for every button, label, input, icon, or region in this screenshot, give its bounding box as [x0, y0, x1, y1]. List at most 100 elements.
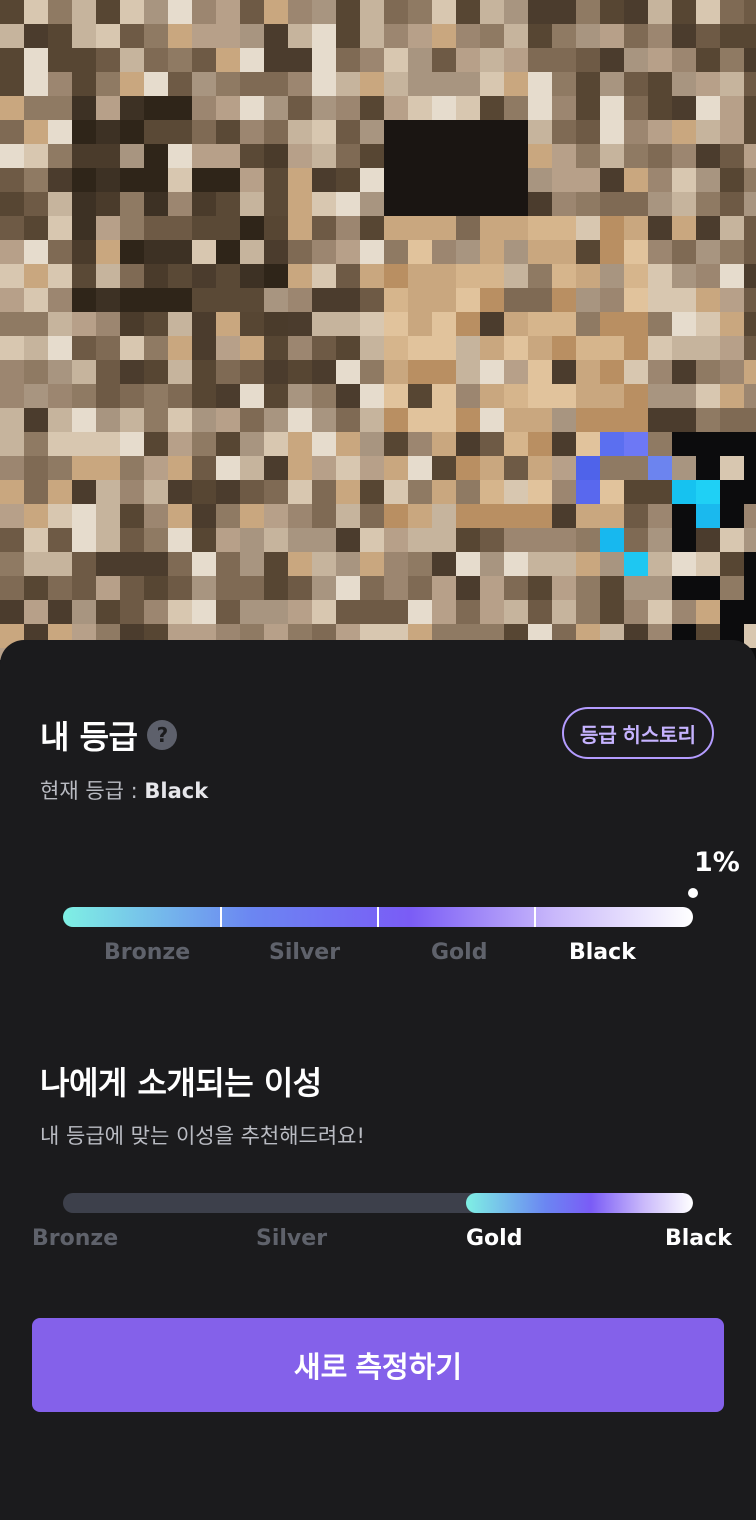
- photo-pixel: [744, 480, 756, 504]
- photo-pixel: [360, 336, 384, 360]
- photo-pixel: [504, 288, 528, 312]
- photo-pixel: [408, 552, 432, 576]
- photo-pixel: [384, 528, 408, 552]
- photo-pixel: [648, 120, 672, 144]
- photo-pixel: [384, 216, 408, 240]
- photo-pixel: [408, 336, 432, 360]
- photo-pixel: [312, 384, 336, 408]
- photo-pixel: [48, 288, 72, 312]
- photo-pixel: [432, 240, 456, 264]
- photo-pixel: [288, 360, 312, 384]
- photo-pixel: [528, 240, 552, 264]
- photo-pixel: [144, 48, 168, 72]
- photo-pixel: [384, 384, 408, 408]
- photo-pixel: [312, 24, 336, 48]
- photo-pixel: [720, 168, 744, 192]
- intro-range-bar: [63, 1193, 693, 1213]
- photo-pixel: [480, 504, 504, 528]
- photo-pixel: [552, 480, 576, 504]
- photo-pixel: [384, 144, 408, 168]
- photo-pixel: [0, 432, 24, 456]
- grade-screen: 내 등급 ? 등급 히스토리 현재 등급 : Black 1% Bronze S…: [0, 0, 756, 1520]
- photo-pixel: [120, 336, 144, 360]
- photo-pixel: [168, 120, 192, 144]
- photo-pixel: [552, 384, 576, 408]
- photo-pixel: [528, 360, 552, 384]
- photo-pixel: [144, 96, 168, 120]
- photo-pixel: [408, 384, 432, 408]
- photo-pixel: [72, 288, 96, 312]
- photo-pixel: [0, 120, 24, 144]
- photo-pixel: [456, 384, 480, 408]
- photo-pixel: [432, 288, 456, 312]
- photo-pixel: [576, 72, 600, 96]
- photo-pixel: [216, 360, 240, 384]
- photo-pixel: [168, 48, 192, 72]
- photo-pixel: [0, 312, 24, 336]
- photo-pixel: [480, 312, 504, 336]
- photo-pixel: [504, 96, 528, 120]
- photo-pixel: [120, 264, 144, 288]
- photo-pixel: [744, 120, 756, 144]
- photo-pixel: [456, 456, 480, 480]
- photo-pixel: [120, 552, 144, 576]
- photo-pixel: [240, 384, 264, 408]
- current-grade: 현재 등급 : Black: [40, 775, 208, 805]
- photo-pixel: [264, 504, 288, 528]
- photo-pixel: [552, 360, 576, 384]
- photo-pixel: [624, 72, 648, 96]
- photo-pixel: [264, 336, 288, 360]
- photo-pixel: [648, 168, 672, 192]
- photo-pixel: [360, 360, 384, 384]
- photo-pixel: [480, 552, 504, 576]
- photo-pixel: [720, 264, 744, 288]
- photo-pixel: [720, 312, 744, 336]
- photo-pixel: [720, 336, 744, 360]
- photo-pixel: [72, 384, 96, 408]
- help-icon[interactable]: ?: [147, 720, 178, 750]
- photo-pixel: [648, 504, 672, 528]
- photo-pixel: [72, 456, 96, 480]
- photo-pixel: [72, 120, 96, 144]
- photo-pixel: [24, 480, 48, 504]
- photo-pixel: [576, 96, 600, 120]
- photo-pixel: [624, 168, 648, 192]
- photo-pixel: [120, 72, 144, 96]
- photo-pixel: [0, 408, 24, 432]
- photo-pixel: [504, 120, 528, 144]
- photo-pixel: [552, 96, 576, 120]
- photo-pixel: [240, 264, 264, 288]
- photo-pixel: [168, 24, 192, 48]
- photo-pixel: [576, 240, 600, 264]
- photo-pixel: [600, 264, 624, 288]
- grade-history-button[interactable]: 등급 히스토리: [562, 707, 714, 759]
- photo-pixel: [672, 432, 696, 456]
- photo-pixel: [120, 216, 144, 240]
- photo-pixel: [336, 48, 360, 72]
- photo-pixel: [240, 120, 264, 144]
- photo-pixel: [192, 0, 216, 24]
- photo-pixel: [648, 408, 672, 432]
- photo-pixel: [24, 168, 48, 192]
- photo-pixel: [600, 480, 624, 504]
- photo-pixel: [0, 528, 24, 552]
- photo-pixel: [264, 528, 288, 552]
- photo-pixel: [192, 456, 216, 480]
- photo-pixel: [360, 528, 384, 552]
- remeasure-button[interactable]: 새로 측정하기: [32, 1318, 724, 1412]
- photo-pixel: [432, 120, 456, 144]
- intro-tier-gold: Gold: [466, 1226, 523, 1251]
- photo-pixel: [48, 384, 72, 408]
- photo-pixel: [456, 144, 480, 168]
- photo-pixel: [336, 336, 360, 360]
- photo-pixel: [48, 96, 72, 120]
- photo-pixel: [600, 168, 624, 192]
- photo-pixel: [624, 456, 648, 480]
- photo-pixel: [192, 144, 216, 168]
- photo-pixel: [456, 120, 480, 144]
- photo-pixel: [384, 600, 408, 624]
- photo-pixel: [480, 456, 504, 480]
- photo-pixel: [168, 432, 192, 456]
- photo-pixel: [552, 432, 576, 456]
- photo-pixel: [168, 504, 192, 528]
